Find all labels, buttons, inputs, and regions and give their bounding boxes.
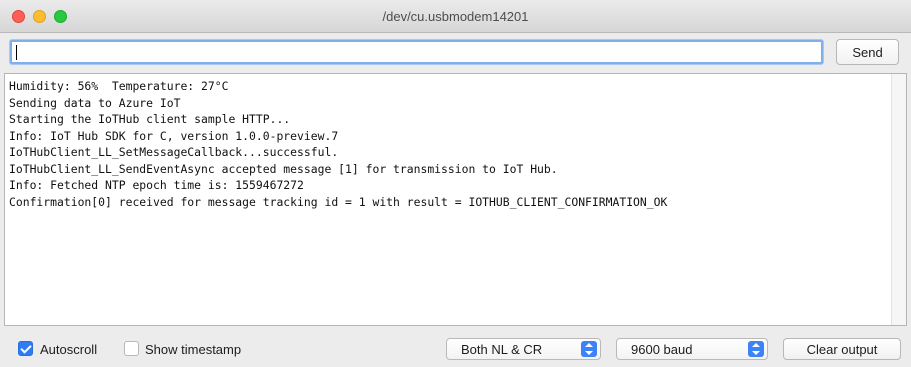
window-title: /dev/cu.usbmodem14201 bbox=[382, 9, 529, 24]
serial-output[interactable]: Humidity: 56% Temperature: 27°C Sending … bbox=[4, 73, 907, 326]
clear-output-button[interactable]: Clear output bbox=[783, 338, 901, 360]
output-scrollbar[interactable] bbox=[891, 74, 906, 325]
chevron-up-down-icon bbox=[748, 341, 764, 357]
show-timestamp-label: Show timestamp bbox=[145, 342, 242, 357]
output-line: Humidity: 56% Temperature: 27°C bbox=[9, 79, 229, 93]
line-ending-value: Both NL & CR bbox=[461, 342, 543, 357]
serial-input[interactable] bbox=[10, 40, 823, 64]
output-lines: Humidity: 56% Temperature: 27°C Sending … bbox=[9, 78, 890, 210]
autoscroll-label: Autoscroll bbox=[40, 342, 98, 357]
bottom-bar: Autoscroll Show timestamp Both NL & CR 9… bbox=[0, 330, 911, 367]
output-line: Sending data to Azure IoT bbox=[9, 95, 181, 110]
chevron-up-down-icon bbox=[581, 341, 597, 357]
output-line: IoTHubClient_LL_SendEventAsync accepted … bbox=[9, 161, 558, 176]
send-button[interactable]: Send bbox=[836, 39, 899, 65]
text-caret bbox=[16, 45, 17, 60]
output-line: Info: Fetched NTP epoch time is: 1559467… bbox=[9, 178, 304, 192]
serial-monitor-window: /dev/cu.usbmodem14201 Send Humidity: 56%… bbox=[0, 0, 911, 367]
baud-rate-value: 9600 baud bbox=[631, 342, 693, 357]
line-ending-select[interactable]: Both NL & CR bbox=[446, 338, 601, 360]
output-line: Starting the IoTHub client sample HTTP..… bbox=[9, 112, 291, 126]
show-timestamp-checkbox[interactable] bbox=[124, 341, 139, 356]
title-bar: /dev/cu.usbmodem14201 bbox=[0, 0, 911, 33]
output-line: IoTHubClient_LL_SetMessageCallback...suc… bbox=[9, 145, 339, 159]
output-line: Confirmation[0] received for message tra… bbox=[9, 194, 668, 209]
output-line: Info: IoT Hub SDK for C, version 1.0.0-p… bbox=[9, 128, 339, 143]
autoscroll-checkbox[interactable] bbox=[18, 341, 33, 356]
baud-rate-select[interactable]: 9600 baud bbox=[616, 338, 768, 360]
